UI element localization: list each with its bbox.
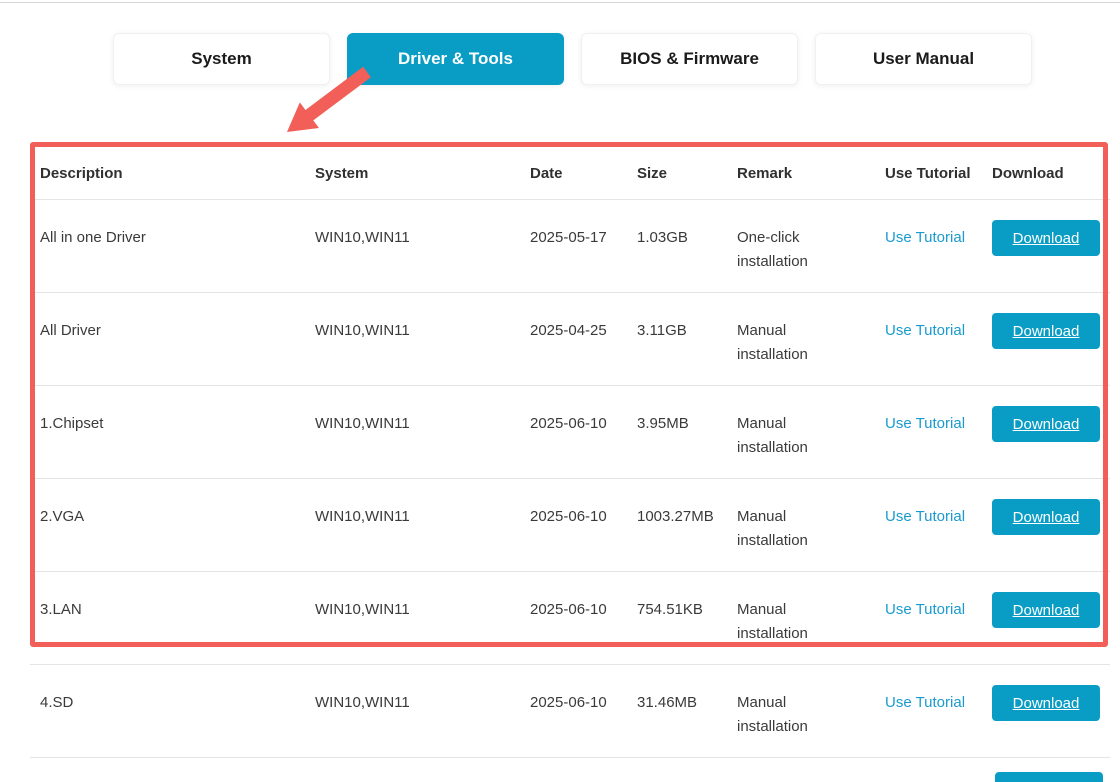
- cell-system: WIN10,WIN11: [315, 479, 530, 571]
- cell-date: 2025-05-17: [530, 200, 637, 292]
- column-header-date: Date: [530, 165, 637, 182]
- cell-size: 754.51KB: [637, 572, 737, 664]
- cell-date: 2025-06-10: [530, 572, 637, 664]
- table-row: 4.SD WIN10,WIN11 2025-06-10 31.46MB Manu…: [30, 665, 1110, 758]
- column-header-use-tutorial: Use Tutorial: [885, 165, 992, 182]
- use-tutorial-link[interactable]: Use Tutorial: [885, 508, 965, 525]
- column-header-download: Download: [992, 165, 1110, 182]
- cell-system: WIN10,WIN11: [315, 386, 530, 478]
- tab-bar: System Driver & Tools BIOS & Firmware Us…: [113, 33, 1032, 85]
- cell-download: Download: [992, 572, 1110, 664]
- cell-download: Download: [992, 479, 1110, 571]
- cell-description: 1.Chipset: [40, 386, 315, 478]
- download-button[interactable]: Download: [992, 499, 1100, 535]
- cell-description: 2.VGA: [40, 479, 315, 571]
- column-header-remark: Remark: [737, 165, 885, 182]
- cell-remark: Manual installation: [737, 386, 885, 478]
- tab-user-manual[interactable]: User Manual: [815, 33, 1032, 85]
- cell-size: 1.03GB: [637, 200, 737, 292]
- top-divider: [0, 2, 1120, 3]
- column-header-system: System: [315, 165, 530, 182]
- cell-description: 4.SD: [40, 665, 315, 757]
- cell-download: Download: [992, 665, 1110, 757]
- column-header-description: Description: [40, 165, 315, 182]
- use-tutorial-link[interactable]: Use Tutorial: [885, 415, 965, 432]
- table-row: 3.LAN WIN10,WIN11 2025-06-10 754.51KB Ma…: [30, 572, 1110, 665]
- cell-remark: Manual installation: [737, 293, 885, 385]
- cell-use-tutorial: Use Tutorial: [885, 572, 992, 664]
- column-header-size: Size: [637, 165, 737, 182]
- tab-driver-tools[interactable]: Driver & Tools: [347, 33, 564, 85]
- cell-size: 1003.27MB: [637, 479, 737, 571]
- download-button[interactable]: Download: [992, 685, 1100, 721]
- cell-date: 2025-04-25: [530, 293, 637, 385]
- table-row: 1.Chipset WIN10,WIN11 2025-06-10 3.95MB …: [30, 386, 1110, 479]
- download-button[interactable]: Download: [992, 220, 1100, 256]
- cell-download: Download: [992, 386, 1110, 478]
- cell-system: WIN10,WIN11: [315, 200, 530, 292]
- download-button[interactable]: Download: [992, 592, 1100, 628]
- tab-label: BIOS & Firmware: [620, 49, 759, 69]
- cell-remark: Manual installation: [737, 665, 885, 757]
- cell-system: WIN10,WIN11: [315, 293, 530, 385]
- cell-date: 2025-06-10: [530, 665, 637, 757]
- cell-description: 3.LAN: [40, 572, 315, 664]
- cell-use-tutorial: Use Tutorial: [885, 479, 992, 571]
- use-tutorial-link[interactable]: Use Tutorial: [885, 322, 965, 339]
- tab-label: User Manual: [873, 49, 974, 69]
- table-header-row: Description System Date Size Remark Use …: [30, 147, 1110, 200]
- driver-download-page: System Driver & Tools BIOS & Firmware Us…: [0, 0, 1120, 782]
- table-row: All Driver WIN10,WIN11 2025-04-25 3.11GB…: [30, 293, 1110, 386]
- use-tutorial-link[interactable]: Use Tutorial: [885, 694, 965, 711]
- cell-date: 2025-06-10: [530, 386, 637, 478]
- cell-remark: One-click installation: [737, 200, 885, 292]
- tab-bios-firmware[interactable]: BIOS & Firmware: [581, 33, 798, 85]
- table-body: All in one Driver WIN10,WIN11 2025-05-17…: [30, 200, 1110, 758]
- download-button[interactable]: Download: [992, 406, 1100, 442]
- cell-system: WIN10,WIN11: [315, 572, 530, 664]
- driver-table: Description System Date Size Remark Use …: [30, 147, 1110, 782]
- table-row: All in one Driver WIN10,WIN11 2025-05-17…: [30, 200, 1110, 293]
- cell-system: WIN10,WIN11: [315, 665, 530, 757]
- download-button[interactable]: Download: [992, 313, 1100, 349]
- cell-download: Download: [992, 293, 1110, 385]
- cell-remark: Manual installation: [737, 479, 885, 571]
- cell-size: 3.11GB: [637, 293, 737, 385]
- table-row: 2.VGA WIN10,WIN11 2025-06-10 1003.27MB M…: [30, 479, 1110, 572]
- cell-description: All Driver: [40, 293, 315, 385]
- cell-size: 31.46MB: [637, 665, 737, 757]
- cell-date: 2025-06-10: [530, 479, 637, 571]
- tab-label: Driver & Tools: [398, 49, 513, 69]
- cell-use-tutorial: Use Tutorial: [885, 665, 992, 757]
- tab-label: System: [191, 49, 251, 69]
- cell-remark: Manual installation: [737, 572, 885, 664]
- cell-use-tutorial: Use Tutorial: [885, 386, 992, 478]
- cell-description: All in one Driver: [40, 200, 315, 292]
- use-tutorial-link[interactable]: Use Tutorial: [885, 229, 965, 246]
- download-button[interactable]: Download: [995, 772, 1103, 782]
- cell-size: 3.95MB: [637, 386, 737, 478]
- table-row-partial: Download: [30, 758, 1110, 782]
- cell-use-tutorial: Use Tutorial: [885, 293, 992, 385]
- cell-download: Download: [992, 200, 1110, 292]
- tab-system[interactable]: System: [113, 33, 330, 85]
- use-tutorial-link[interactable]: Use Tutorial: [885, 601, 965, 618]
- cell-use-tutorial: Use Tutorial: [885, 200, 992, 292]
